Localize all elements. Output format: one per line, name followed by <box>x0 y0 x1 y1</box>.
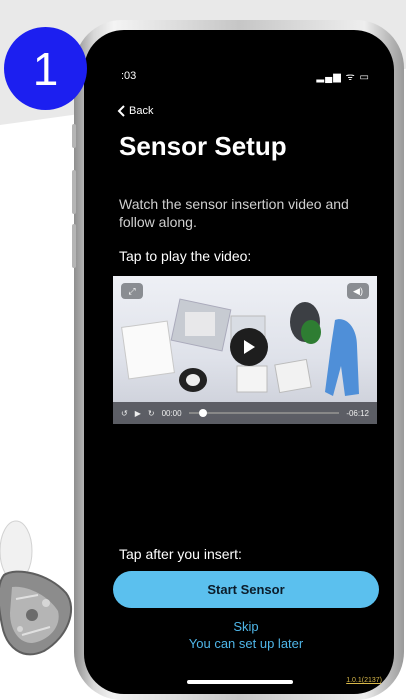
status-time: :03 <box>121 70 137 82</box>
skip-link[interactable]: Skip You can set up later <box>113 618 379 652</box>
volume-up-button <box>72 170 76 214</box>
volume-down-button <box>72 224 76 268</box>
video-controls: ↺ ▶ ↻ 00:00 -06:12 <box>113 402 377 424</box>
chevron-left-icon <box>117 105 125 117</box>
rewind-icon[interactable]: ↻ <box>148 409 155 418</box>
step-number: 1 <box>32 42 59 95</box>
video-scrubber[interactable] <box>188 409 340 417</box>
video-player[interactable]: ⤢ ◀) ↺ ▶ ↻ 00:00 -06:12 <box>113 276 377 424</box>
start-sensor-button[interactable]: Start Sensor <box>113 571 379 608</box>
current-time: 00:00 <box>161 408 182 418</box>
app-version: 1.0.1(2137) <box>346 677 382 684</box>
status-icons: ▂▄▆ ᯤ ▭ <box>316 72 370 83</box>
skip-label: Skip <box>233 619 259 634</box>
step-badge: 1 <box>4 27 87 110</box>
back-button[interactable]: Back <box>117 105 153 117</box>
skip-subtext: You can set up later <box>188 636 304 651</box>
home-indicator <box>187 680 293 684</box>
mute-switch <box>72 124 76 148</box>
instruction-text: Watch the sensor insertion video and fol… <box>119 196 349 230</box>
remaining-time: -06:12 <box>346 408 369 418</box>
back-label: Back <box>129 105 154 117</box>
play-button[interactable] <box>230 328 268 366</box>
video-prompt: Tap to play the video: <box>119 248 252 264</box>
phone-frame: :03 ▂▄▆ ᯤ ▭ Back Sensor Setup Watch the … <box>72 20 404 700</box>
notch <box>176 30 302 54</box>
scrubber-knob[interactable] <box>198 409 207 417</box>
volume-icon[interactable]: ◀) <box>347 283 369 299</box>
phone-screen: :03 ▂▄▆ ᯤ ▭ Back Sensor Setup Watch the … <box>84 30 394 694</box>
cgm-sensor-image <box>0 520 72 656</box>
page-title: Sensor Setup <box>119 131 287 161</box>
replay-icon[interactable]: ↺ <box>121 409 128 418</box>
play-icon <box>244 340 255 354</box>
after-insert-label: Tap after you insert: <box>119 546 242 562</box>
control-play-icon[interactable]: ▶ <box>135 409 141 418</box>
fullscreen-icon[interactable]: ⤢ <box>121 283 143 299</box>
